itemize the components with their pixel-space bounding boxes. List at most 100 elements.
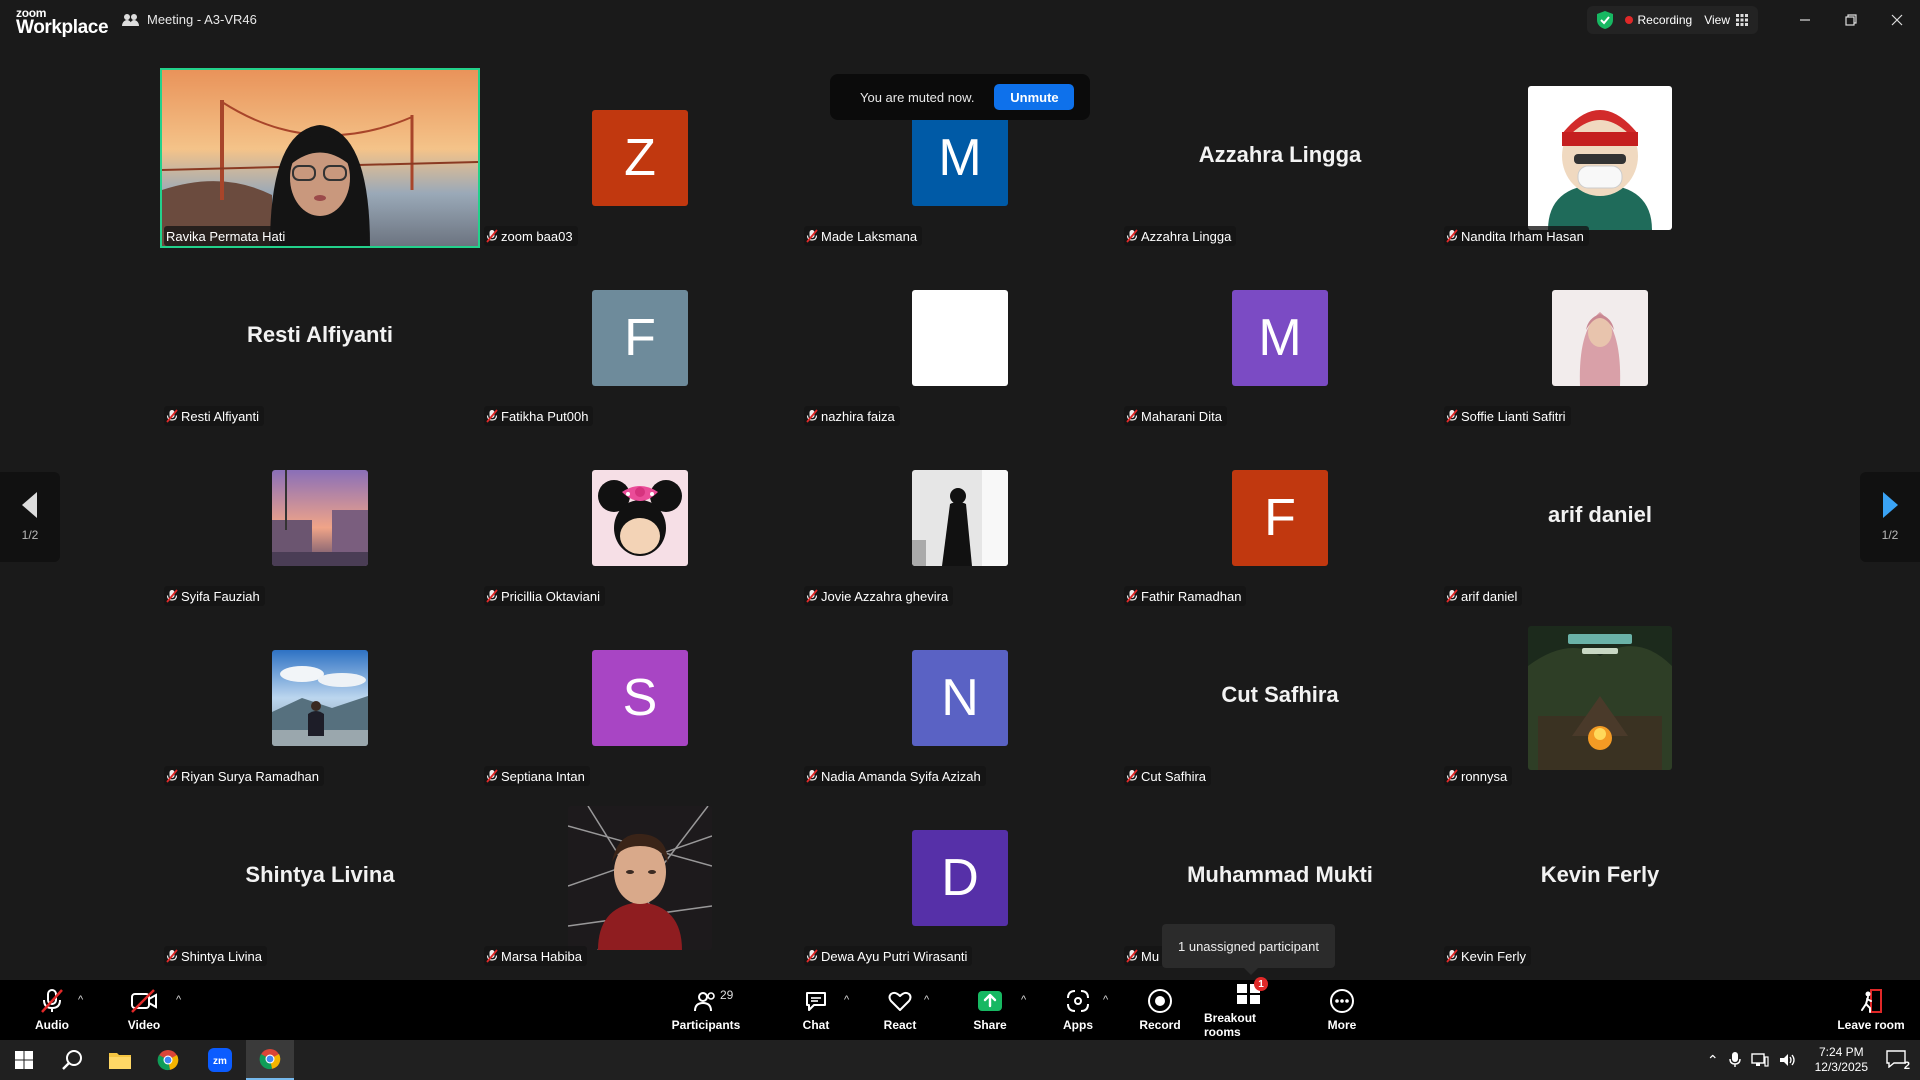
participant-tile[interactable]: Shintya Livina Shintya Livina — [160, 788, 480, 968]
view-button[interactable]: View — [1704, 13, 1748, 27]
apps-options-chevron-icon[interactable]: ^ — [1103, 994, 1108, 1006]
restore-button[interactable] — [1828, 0, 1874, 40]
more-label: More — [1327, 1018, 1357, 1032]
recording-indicator[interactable]: Recording — [1624, 13, 1692, 27]
participant-tile[interactable]: Marsa Habiba — [480, 788, 800, 968]
participant-nameplate: Azzahra Lingga — [1124, 226, 1237, 246]
letter-avatar: F — [1232, 470, 1328, 566]
mic-muted-icon — [486, 589, 498, 603]
file-explorer-button[interactable] — [96, 1040, 144, 1080]
participant-nameplate: Kevin Ferly — [1444, 946, 1532, 966]
record-button[interactable]: Record — [1138, 980, 1182, 1040]
participant-tile[interactable]: Syifa Fauziah — [160, 428, 480, 608]
notification-button[interactable]: 2 — [1886, 1050, 1910, 1072]
letter-avatar: N — [912, 650, 1008, 746]
microphone-icon[interactable] — [1728, 1052, 1741, 1068]
breakout-rooms-button[interactable]: 1 Breakout rooms — [1204, 977, 1294, 1040]
participant-tile[interactable]: F Fathir Ramadhan — [1120, 428, 1440, 608]
participant-tile[interactable]: F Fatikha Put00h — [480, 248, 800, 428]
mic-muted-icon — [166, 409, 178, 423]
zoom-taskbar-button[interactable]: zm — [196, 1040, 244, 1080]
participants-button[interactable]: 29 Participants — [668, 980, 744, 1040]
next-page-button[interactable]: 1/2 — [1860, 472, 1920, 562]
participant-tile[interactable]: S Septiana Intan — [480, 608, 800, 788]
participant-nameplate: arif daniel — [1444, 586, 1523, 606]
start-button[interactable] — [0, 1040, 48, 1080]
audio-options-chevron-icon[interactable]: ^ — [78, 994, 83, 1006]
letter-avatar: F — [592, 290, 688, 386]
previous-page-button[interactable]: 1/2 — [0, 472, 60, 562]
participant-nameplate: Nadia Amanda Syifa Azizah — [804, 766, 986, 786]
participant-tile[interactable]: Azzahra Lingga Azzahra Lingga — [1120, 68, 1440, 248]
chat-options-chevron-icon[interactable]: ^ — [844, 994, 849, 1006]
tray-overflow-chevron-icon[interactable]: ⌃ — [1707, 1052, 1719, 1069]
participant-tile[interactable]: nazhira faiza — [800, 248, 1120, 428]
search-icon — [62, 1050, 82, 1070]
svg-text:zm: zm — [213, 1056, 227, 1067]
video-button[interactable]: Video — [116, 980, 172, 1040]
participant-tile[interactable]: Pricillia Oktaviani — [480, 428, 800, 608]
participant-tile[interactable]: N Nadia Amanda Syifa Azizah — [800, 608, 1120, 788]
participant-tile[interactable]: M Maharani Dita — [1120, 248, 1440, 428]
taskbar-clock[interactable]: 7:24 PM 12/3/2025 — [1815, 1045, 1868, 1075]
participant-tile[interactable]: Ravika Permata Hati — [160, 68, 480, 248]
search-button[interactable] — [48, 1040, 96, 1080]
chat-icon — [804, 988, 828, 1014]
participant-nameplate: Shintya Livina — [164, 946, 267, 966]
mic-muted-icon — [1126, 769, 1138, 783]
avatar-cartoon-helmet-icon — [1528, 86, 1672, 230]
close-icon — [1891, 14, 1903, 26]
avatar-letter: D — [941, 849, 979, 907]
volume-icon[interactable] — [1779, 1053, 1797, 1067]
participant-nameplate: Pricillia Oktaviani — [484, 586, 605, 606]
react-options-chevron-icon[interactable]: ^ — [924, 994, 929, 1006]
apps-icon — [1065, 988, 1091, 1014]
participant-name: Ravika Permata Hati — [166, 228, 286, 244]
close-button[interactable] — [1874, 0, 1920, 40]
mic-muted-icon — [806, 409, 818, 423]
unmute-button[interactable]: Unmute — [994, 84, 1075, 110]
game-campfire-icon — [1528, 626, 1672, 770]
participant-tile[interactable]: D Dewa Ayu Putri Wirasanti — [800, 788, 1120, 968]
share-button[interactable]: Share — [968, 980, 1012, 1040]
participant-tile[interactable]: Jovie Azzahra ghevira — [800, 428, 1120, 608]
chat-button[interactable]: Chat — [800, 980, 832, 1040]
participant-tile[interactable]: Soffie Lianti Safitri — [1440, 248, 1760, 428]
avatar-letter: M — [938, 129, 982, 187]
meeting-title[interactable]: Meeting - A3-VR46 — [122, 12, 257, 27]
participant-tile[interactable]: Kevin Ferly Kevin Ferly — [1440, 788, 1760, 968]
video-options-chevron-icon[interactable]: ^ — [176, 994, 181, 1006]
participant-tile[interactable]: Z zoom baa03 — [480, 68, 800, 248]
more-button[interactable]: More — [1322, 980, 1362, 1040]
mic-muted-icon — [1126, 229, 1138, 243]
leave-room-button[interactable]: Leave room — [1836, 980, 1906, 1040]
restore-icon — [1845, 14, 1857, 26]
participant-tile[interactable]: Cut Safhira Cut Safhira — [1120, 608, 1440, 788]
meeting-icon — [122, 13, 139, 26]
participant-name: Dewa Ayu Putri Wirasanti — [821, 948, 968, 964]
minimize-button[interactable] — [1782, 0, 1828, 40]
participant-tile[interactable]: Riyan Surya Ramadhan — [160, 608, 480, 788]
react-button[interactable]: React — [880, 980, 920, 1040]
apps-button[interactable]: Apps — [1058, 980, 1098, 1040]
network-icon[interactable] — [1750, 1053, 1769, 1067]
participant-nameplate: Mu — [1124, 946, 1165, 966]
participant-tile[interactable]: Resti Alfiyanti Resti Alfiyanti — [160, 248, 480, 428]
mic-muted-icon — [486, 229, 498, 243]
audio-button[interactable]: Audio — [24, 980, 80, 1040]
participant-tile[interactable]: Nandita Irham Hasan — [1440, 68, 1760, 248]
participant-tile[interactable]: ronnysa — [1440, 608, 1760, 788]
minimize-icon — [1800, 19, 1810, 21]
participant-nameplate: Made Laksmana — [804, 226, 923, 246]
participant-nameplate: Marsa Habiba — [484, 946, 587, 966]
chrome-button[interactable] — [144, 1040, 192, 1080]
participant-name: Fatikha Put00h — [501, 408, 589, 424]
share-options-chevron-icon[interactable]: ^ — [1021, 994, 1026, 1006]
participant-tile[interactable]: arif daniel arif daniel — [1440, 428, 1760, 608]
participants-icon: 29 — [694, 988, 733, 1014]
letter-avatar: Z — [592, 110, 688, 206]
chrome-active-button[interactable] — [246, 1040, 294, 1080]
shield-icon[interactable] — [1596, 11, 1613, 29]
participant-name: Septiana Intan — [501, 768, 585, 784]
silhouette-icon — [912, 470, 1008, 566]
